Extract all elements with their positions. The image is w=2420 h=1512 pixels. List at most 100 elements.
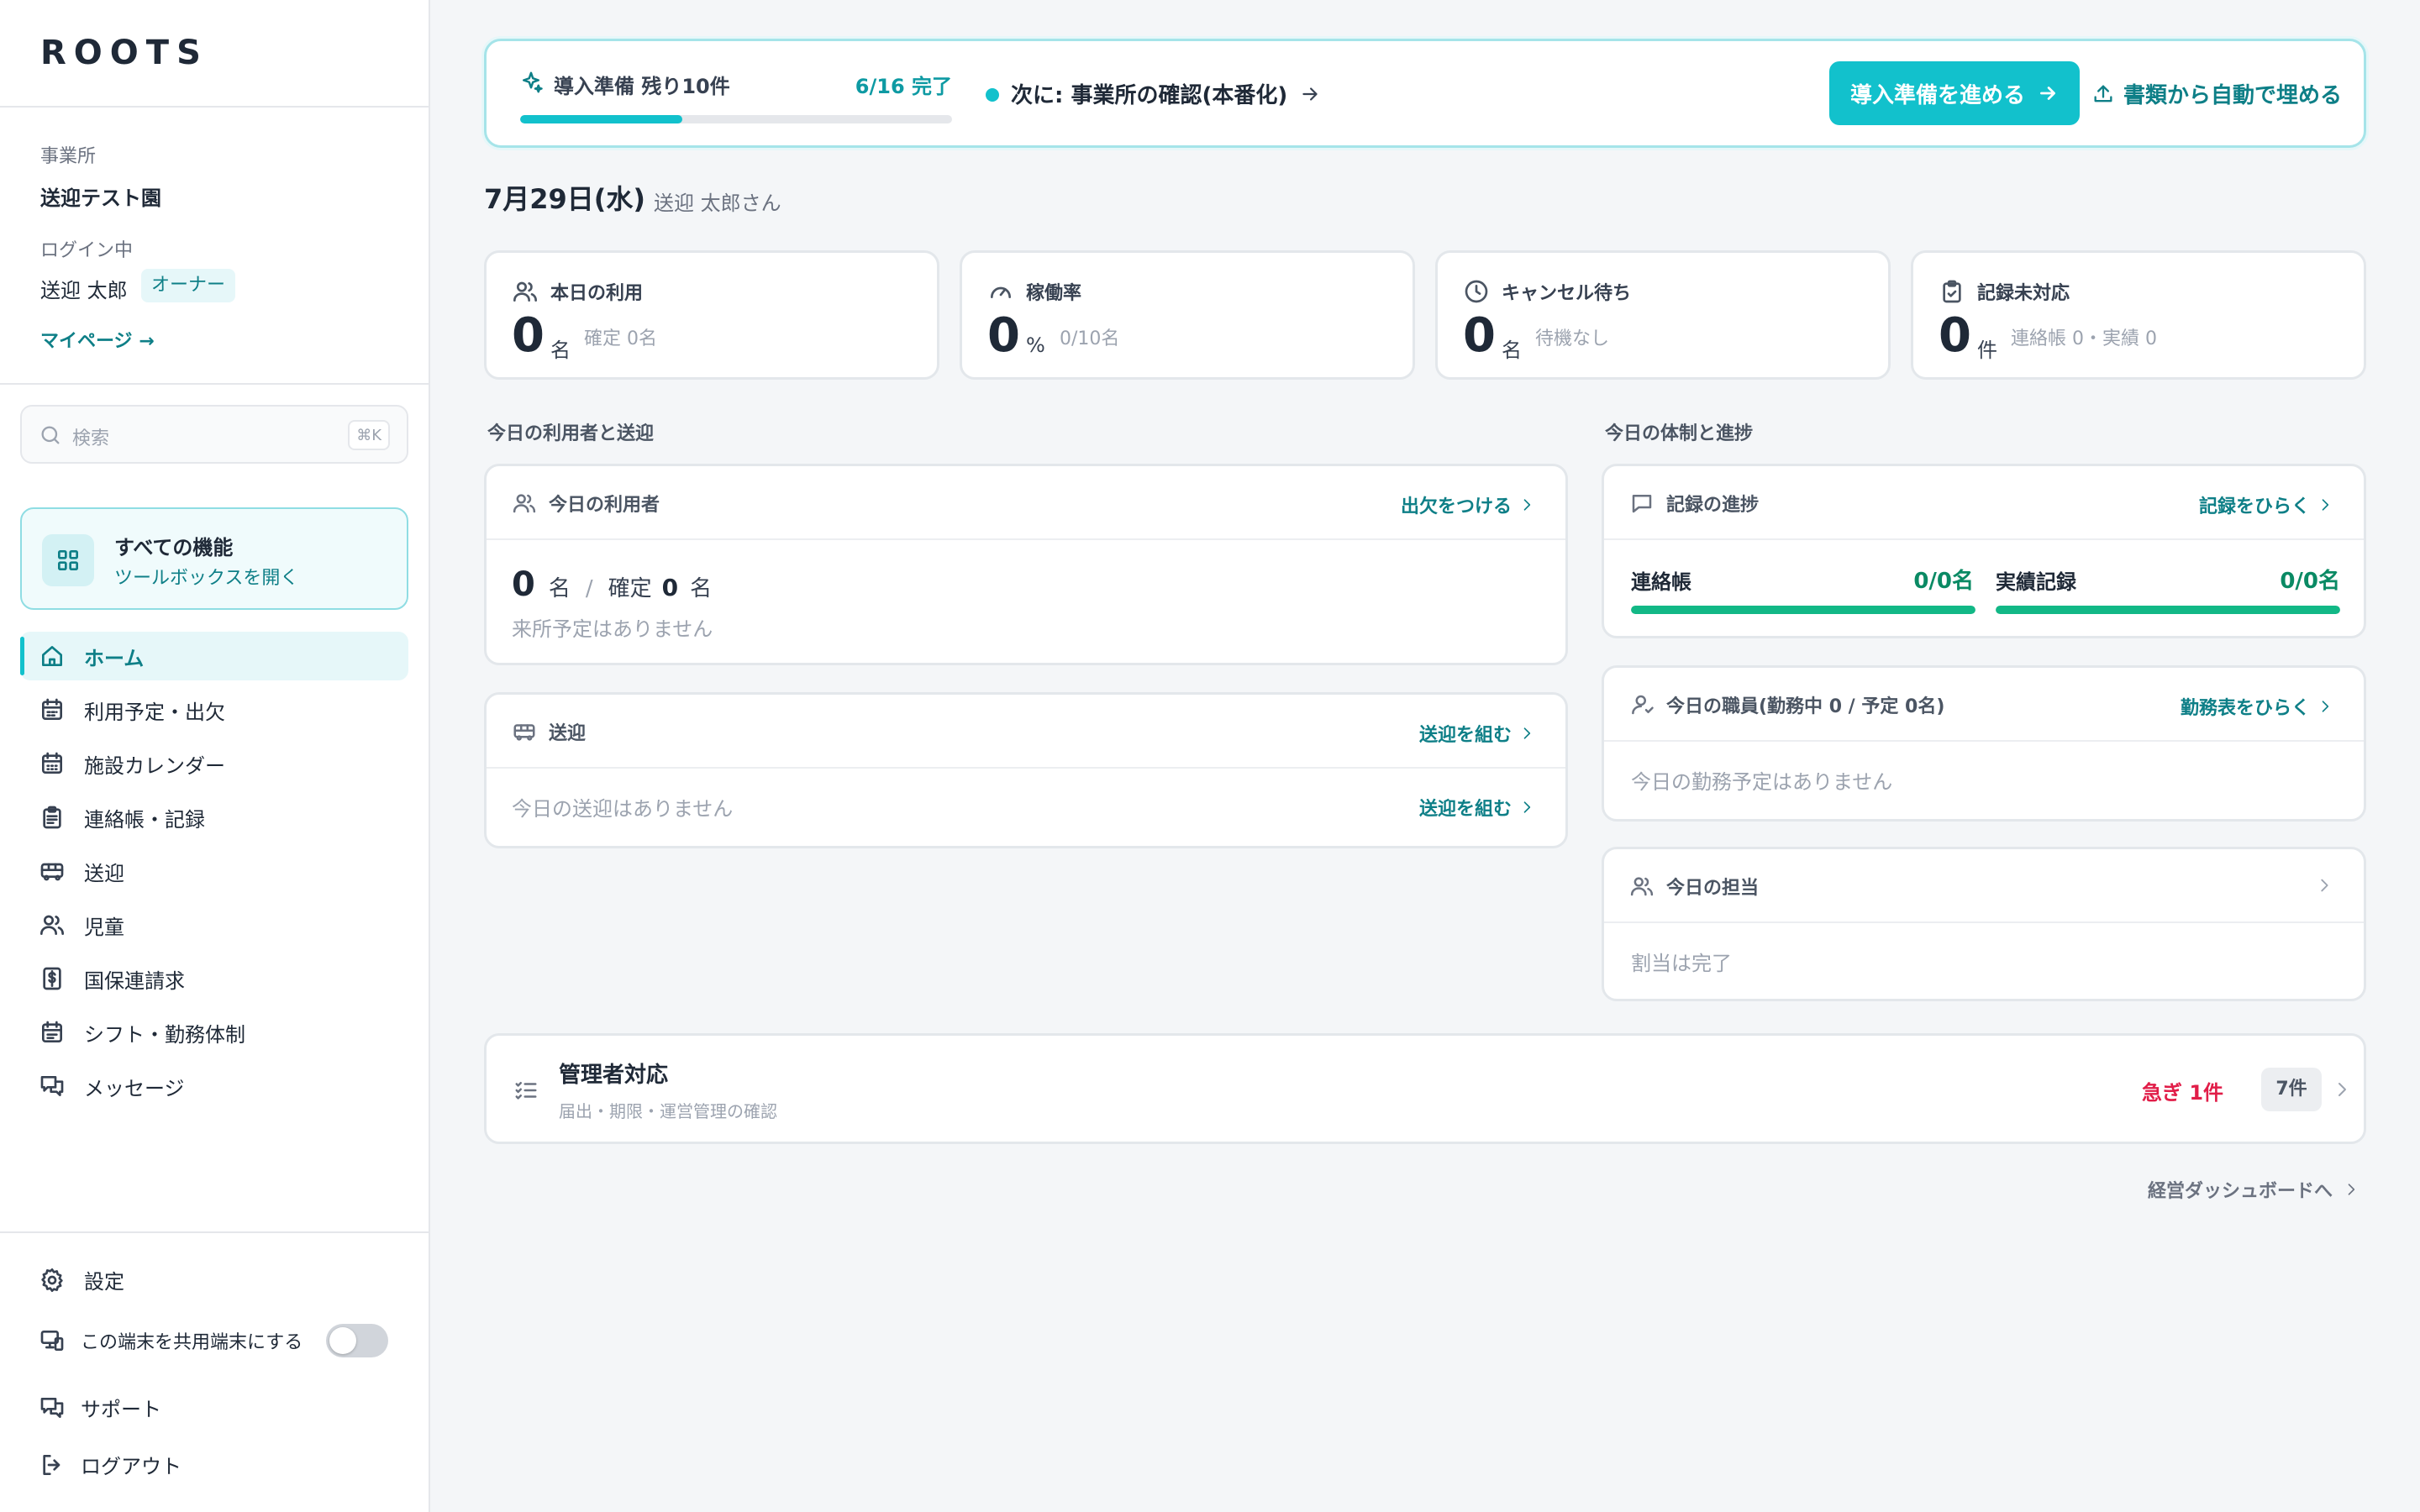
all-features-button[interactable]: すべての機能 ツールボックスを開く bbox=[20, 507, 408, 610]
link-label: 記録をひらく bbox=[2198, 496, 2310, 517]
empty-message: 今日の勤務予定はありません bbox=[1631, 770, 1893, 794]
build-transport-link[interactable]: 送迎を組む bbox=[1419, 720, 1535, 747]
open-records-link[interactable]: 記録をひらく bbox=[2199, 491, 2333, 518]
search-shortcut: ⌘K bbox=[348, 420, 390, 450]
support-link[interactable]: サポート bbox=[39, 1393, 161, 1422]
sidebar-item-children[interactable]: 児童 bbox=[20, 900, 408, 949]
empty-message: 来所予定はありません bbox=[512, 617, 713, 641]
users-unit: 名 bbox=[548, 576, 571, 601]
kpi-card-occupancy: 稼働率 0 % 0/10名 bbox=[960, 250, 1415, 380]
chevron-right-icon bbox=[1523, 801, 1531, 813]
onboarding-primary-button[interactable]: 導入準備を進める bbox=[1829, 61, 2080, 125]
kpi-value: 0 bbox=[1939, 308, 1971, 363]
progress-label: 連絡帳 bbox=[1631, 570, 1691, 594]
sidebar-item-label: 送迎 bbox=[84, 861, 124, 885]
sidebar-item-messages[interactable]: メッセージ bbox=[20, 1062, 408, 1110]
sidebar-item-label: ホーム bbox=[84, 646, 145, 670]
onboarding-secondary-button[interactable]: 書類から自動で埋める bbox=[2091, 78, 2342, 109]
sidebar-item-shift[interactable]: シフト・勤務体制 bbox=[20, 1008, 408, 1057]
management-dashboard-link[interactable]: 経営ダッシュボードへ bbox=[2148, 1176, 2360, 1203]
link-label: 送迎を組む bbox=[1418, 799, 1512, 820]
sidebar-item-label: 児童 bbox=[84, 915, 124, 939]
kpi-value: 0 bbox=[987, 308, 1020, 363]
panel-title: 今日の担当 bbox=[1666, 878, 1760, 899]
kpi-unit: 件 bbox=[1977, 339, 1997, 362]
next-step-link[interactable]: 次に: 事業所の確認(本番化) bbox=[1011, 78, 1321, 109]
assignment-panel[interactable]: 今日の担当 割当は完了 bbox=[1602, 847, 2366, 1001]
kpi-sub: 確定 0名 bbox=[584, 328, 657, 349]
schedule-icon bbox=[42, 1021, 62, 1042]
panel-header: 記録の進捗 記録をひらく bbox=[1604, 466, 2364, 540]
primary-button-label: 導入準備を進める bbox=[1849, 82, 2025, 108]
chevron-right-icon[interactable] bbox=[2315, 876, 2333, 895]
onboarding-title: 導入準備 残り10件 bbox=[554, 75, 730, 98]
progress-label: 実績記録 bbox=[1996, 570, 2076, 594]
upload-icon bbox=[2094, 85, 2112, 102]
panel-title: 今日の利用者 bbox=[549, 495, 660, 516]
bus-icon bbox=[513, 724, 535, 741]
settings-link[interactable]: 設定 bbox=[39, 1265, 124, 1294]
kpi-card-waitlist: キャンセル待ち 0 名 待機なし bbox=[1435, 250, 1891, 380]
kpi-card-usage: 本日の利用 0 名 確定 0名 bbox=[484, 250, 939, 380]
secondary-button-label: 書類から自動で埋める bbox=[2123, 83, 2343, 108]
shared-device-setting: この端末を共用端末にする bbox=[39, 1327, 302, 1354]
support-label: サポート bbox=[81, 1398, 161, 1421]
logout-link[interactable]: ログアウト bbox=[39, 1450, 182, 1479]
search-icon bbox=[41, 426, 60, 444]
all-features-title: すべての機能 bbox=[114, 536, 234, 559]
chat-icon bbox=[40, 1397, 64, 1418]
search-input[interactable]: 検索 ⌘K bbox=[20, 405, 408, 464]
open-shift-link[interactable]: 勤務表をひらく bbox=[2181, 693, 2333, 720]
sidebar-item-records[interactable]: 連絡帳・記録 bbox=[20, 793, 408, 842]
assignment-status: 割当は完了 bbox=[1631, 952, 1732, 975]
clipboard-check-icon bbox=[1943, 280, 1961, 303]
dollar-doc-icon bbox=[43, 967, 61, 990]
chevron-right-icon bbox=[1523, 727, 1531, 739]
sidebar-item-facility-calendar[interactable]: 施設カレンダー bbox=[20, 739, 408, 788]
sidebar-item-attendance[interactable]: 利用予定・出欠 bbox=[20, 685, 408, 734]
build-transport-row-link[interactable]: 送迎を組む bbox=[1419, 794, 1535, 821]
app-logo[interactable]: ROOTS bbox=[40, 34, 208, 72]
progress-bar bbox=[1996, 606, 2340, 614]
progress-value: 0/0名 bbox=[2280, 569, 2340, 594]
users-icon bbox=[513, 494, 536, 513]
search-placeholder: 検索 bbox=[72, 428, 110, 449]
link-label: 経営ダッシュボードへ bbox=[2148, 1181, 2333, 1202]
grid-icon bbox=[42, 534, 94, 586]
admin-tasks-row[interactable]: 管理者対応 届出・期限・運営管理の確認 急ぎ 1件 7件 bbox=[484, 1033, 2366, 1144]
users-icon bbox=[513, 281, 537, 302]
sidebar-divider bbox=[0, 1231, 429, 1233]
panel-header: 今日の利用者 出欠をつける bbox=[487, 466, 1565, 540]
transport-panel: 送迎 送迎を組む 今日の送迎はありません 送迎を組む bbox=[484, 692, 1568, 848]
onboarding-progress-text: 6/16 完了 bbox=[855, 75, 952, 98]
panel-header: 今日の職員(勤務中 0 / 予定 0名) 勤務表をひらく bbox=[1604, 668, 2364, 742]
link-label: 送迎を組む bbox=[1418, 725, 1512, 746]
link-label: 勤務表をひらく bbox=[2180, 698, 2310, 719]
kpi-card-records-pending: 記録未対応 0 件 連絡帳 0・実績 0 bbox=[1911, 250, 2366, 380]
shared-device-toggle[interactable] bbox=[326, 1324, 388, 1357]
section-label: 今日の体制と進捗 bbox=[1605, 423, 1754, 444]
mypage-link[interactable]: マイページ → bbox=[40, 326, 155, 353]
progress-value: 0/0名 bbox=[1913, 569, 1974, 594]
clipboard-icon bbox=[43, 806, 61, 829]
mark-attendance-link[interactable]: 出欠をつける bbox=[1401, 491, 1535, 518]
admin-title: 管理者対応 bbox=[559, 1063, 669, 1088]
message-icon bbox=[40, 1076, 64, 1096]
empty-message: 今日の送迎はありません bbox=[512, 797, 734, 821]
calendar-grid-icon bbox=[42, 752, 62, 774]
today-users-panel: 今日の利用者 出欠をつける 0 名 / 確定 0 名 来所予定はありません bbox=[484, 464, 1568, 665]
panel-title: 送迎 bbox=[549, 723, 587, 744]
clock-icon bbox=[1465, 280, 1488, 303]
panel-title: 今日の職員(勤務中 0 / 予定 0名) bbox=[1666, 696, 1945, 717]
kpi-unit: 名 bbox=[550, 339, 571, 362]
sidebar-item-home[interactable]: ホーム bbox=[20, 632, 408, 680]
sidebar-item-transport[interactable]: 送迎 bbox=[20, 847, 408, 895]
onboarding-progress-bar bbox=[520, 115, 952, 123]
onboarding-progress-fill bbox=[520, 115, 682, 123]
gauge-icon bbox=[991, 286, 1011, 298]
sidebar-item-billing[interactable]: 国保連請求 bbox=[20, 954, 408, 1003]
shared-device-label: この端末を共用端末にする bbox=[81, 1332, 303, 1353]
sidebar-item-label: メッセージ bbox=[84, 1076, 185, 1100]
settings-label: 設定 bbox=[84, 1270, 124, 1294]
panel-header: 今日の担当 bbox=[1604, 849, 2364, 923]
